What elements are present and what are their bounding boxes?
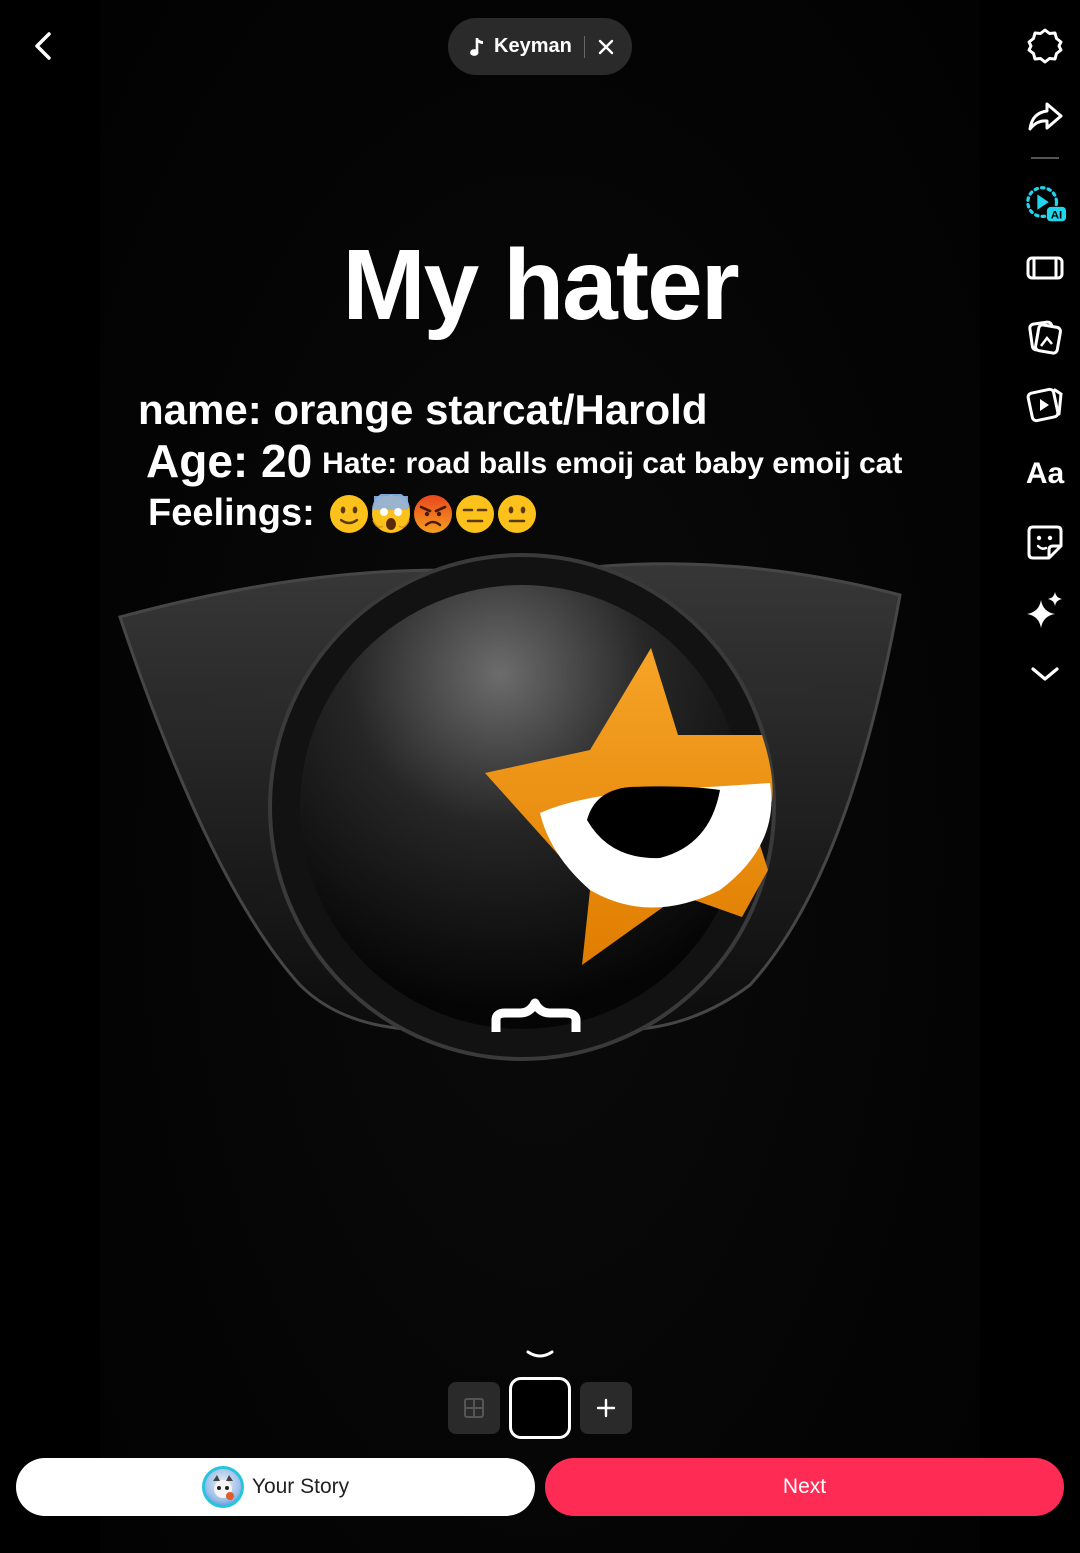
angry-face-icon xyxy=(413,494,452,533)
grid-icon xyxy=(464,1398,484,1418)
template-icon xyxy=(1026,387,1063,423)
avatar-image xyxy=(212,1475,234,1500)
story-title[interactable]: My hater xyxy=(0,228,1080,343)
grid-view-button[interactable] xyxy=(448,1382,500,1434)
name-text[interactable]: name: orange starcat/Harold xyxy=(138,386,708,434)
slightly-smiling-face-icon xyxy=(329,494,368,533)
more-button[interactable] xyxy=(1023,652,1067,696)
share-icon xyxy=(1028,102,1063,131)
ai-effect-icon: AI xyxy=(1026,186,1067,221)
starcat-drawing[interactable] xyxy=(110,545,910,1075)
your-story-label: Your Story xyxy=(251,1475,350,1498)
sticker-button[interactable] xyxy=(1023,520,1067,564)
pill-separator xyxy=(583,35,585,58)
your-story-button[interactable]: Your Story xyxy=(16,1458,535,1516)
song-title: Keyman xyxy=(494,35,572,57)
feelings-text[interactable]: Feelings: xyxy=(148,492,537,535)
feelings-label: Feelings: xyxy=(148,492,315,534)
screaming-face-icon xyxy=(371,493,410,533)
music-note-icon xyxy=(470,37,483,56)
collapse-chevron-icon[interactable] xyxy=(524,1346,556,1364)
text-button[interactable]: Aa xyxy=(1023,452,1067,496)
svg-text:AI: AI xyxy=(1051,209,1062,221)
add-slide-button[interactable] xyxy=(580,1382,632,1434)
age-hate-text[interactable]: Age: 20 Hate: road balls emoij cat baby e… xyxy=(146,434,902,488)
settings-icon xyxy=(1027,28,1063,64)
sticker-icon xyxy=(1027,525,1063,560)
back-button[interactable] xyxy=(22,24,66,68)
chevron-down-icon xyxy=(1031,667,1059,681)
avatar xyxy=(201,1466,244,1508)
plus-icon xyxy=(596,1398,616,1418)
sparkle-icon xyxy=(1027,592,1062,628)
rail-divider xyxy=(1031,157,1059,159)
next-button[interactable]: Next xyxy=(545,1458,1064,1516)
effects-button[interactable] xyxy=(1023,588,1067,632)
settings-button[interactable] xyxy=(1023,24,1067,68)
ai-effect-button[interactable]: AI xyxy=(1023,182,1067,226)
chevron-left-icon xyxy=(35,32,51,60)
expressionless-face-icon xyxy=(455,494,494,533)
close-icon[interactable] xyxy=(597,38,615,56)
age-text: Age: 20 xyxy=(146,435,313,487)
share-button[interactable] xyxy=(1023,94,1067,138)
template-button[interactable] xyxy=(1023,382,1067,426)
hate-text: Hate: road balls emoij cat baby emoij ca… xyxy=(322,447,903,480)
next-label: Next xyxy=(782,1475,827,1498)
text-icon: Aa xyxy=(1025,457,1065,490)
neutral-face-icon xyxy=(497,494,536,533)
music-pill[interactable]: Keyman xyxy=(448,18,632,75)
current-slide-thumbnail[interactable] xyxy=(509,1377,571,1439)
